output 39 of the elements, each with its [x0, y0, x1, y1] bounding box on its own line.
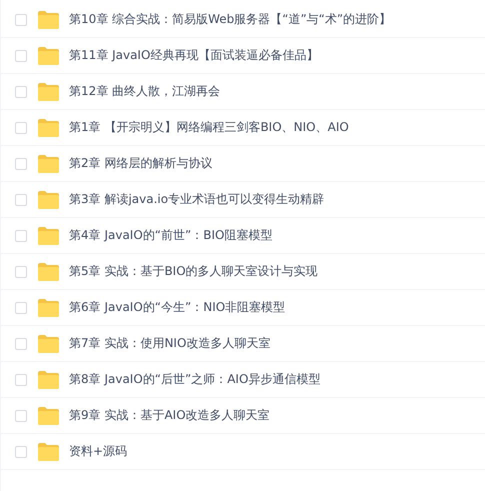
folder-name[interactable]: 第4章 JavaIO的“前世”：BIO阻塞模型	[69, 227, 272, 244]
checkbox[interactable]	[15, 122, 27, 134]
checkbox[interactable]	[15, 50, 27, 62]
folder-icon	[38, 298, 59, 316]
folder-name[interactable]: 第12章 曲终人散，江湖再会	[69, 83, 220, 100]
folder-name[interactable]: 第6章 JavaIO的“今生”：NIO非阻塞模型	[69, 299, 286, 316]
folder-name[interactable]: 第7章 实战：使用NIO改造多人聊天室	[69, 335, 270, 352]
folder-icon	[38, 370, 59, 388]
folder-name[interactable]: 第2章 网络层的解析与协议	[69, 155, 212, 172]
folder-icon	[38, 82, 59, 100]
folder-icon	[38, 442, 59, 460]
checkbox[interactable]	[15, 86, 27, 98]
folder-name[interactable]: 资料+源码	[69, 443, 128, 460]
folder-name[interactable]: 第11章 JavaIO经典再现【面试装逼必备佳品】	[69, 47, 318, 64]
folder-icon	[38, 10, 59, 28]
checkbox[interactable]	[15, 14, 27, 26]
checkbox[interactable]	[15, 194, 27, 206]
folder-icon	[38, 118, 59, 136]
checkbox[interactable]	[15, 410, 27, 422]
checkbox[interactable]	[15, 158, 27, 170]
folder-icon	[38, 334, 59, 352]
checkbox[interactable]	[15, 230, 27, 242]
folder-icon	[38, 406, 59, 424]
folder-icon	[38, 154, 59, 172]
folder-name[interactable]: 第8章 JavaIO的“后世”之师：AIO异步通信模型	[69, 371, 320, 388]
checkbox[interactable]	[15, 266, 27, 278]
folder-name[interactable]: 第5章 实战：基于BIO的多人聊天室设计与实现	[69, 263, 318, 280]
folder-icon	[38, 262, 59, 280]
folder-icon	[38, 46, 59, 64]
checkbox[interactable]	[15, 302, 27, 314]
folder-icon	[38, 190, 59, 208]
folder-name[interactable]: 第3章 解读java.io专业术语也可以变得生动精辟	[69, 191, 324, 208]
folder-name[interactable]: 第1章 【开宗明义】网络编程三剑客BIO、NIO、AIO	[69, 119, 349, 136]
folder-name[interactable]: 第9章 实战：基于AIO改造多人聊天室	[69, 407, 270, 424]
folder-icon	[38, 226, 59, 244]
checkbox[interactable]	[15, 446, 27, 458]
checkbox[interactable]	[15, 338, 27, 350]
folder-name[interactable]: 第10章 综合实战：简易版Web服务器【“道”与“术”的进阶】	[69, 11, 392, 28]
checkbox[interactable]	[15, 374, 27, 386]
